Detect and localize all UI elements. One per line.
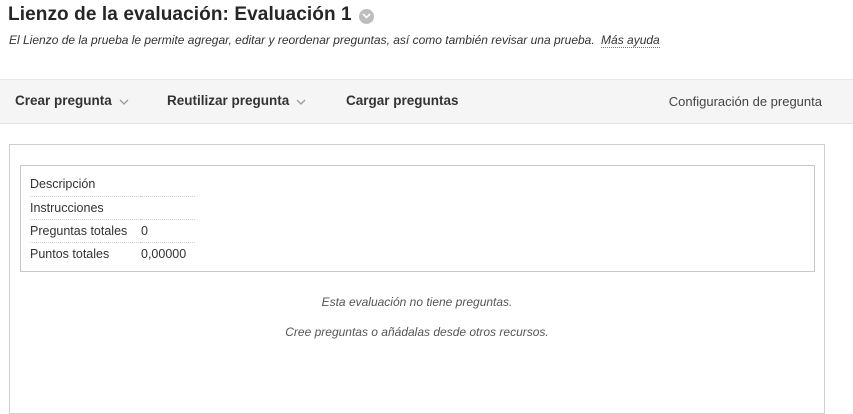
info-row-total-questions: Preguntas totales 0 (30, 219, 195, 243)
info-label: Puntos totales (30, 246, 110, 261)
info-row-total-points: Puntos totales 0,00000 (30, 242, 195, 265)
chevron-down-icon (296, 99, 306, 105)
title-row: Lienzo de la evaluación: Evaluación 1 (8, 4, 374, 26)
chevron-down-icon (119, 99, 129, 105)
upload-questions-button[interactable]: Cargar preguntas (346, 93, 459, 108)
action-toolbar: Crear pregunta Reutilizar pregunta Carga… (0, 79, 853, 124)
upload-questions-label: Cargar preguntas (346, 93, 459, 108)
page-subtitle: El Lienzo de la prueba le permite agrega… (9, 33, 660, 48)
page-header: Lienzo de la evaluación: Evaluación 1 El… (0, 0, 853, 80)
create-question-button[interactable]: Crear pregunta (15, 93, 129, 108)
page-title: Lienzo de la evaluación: Evaluación 1 (8, 4, 352, 25)
info-value (141, 173, 195, 197)
info-value (141, 196, 195, 220)
empty-state-hint: Cree preguntas o añádalas desde otros re… (285, 325, 549, 339)
chevron-down-circle-icon[interactable] (358, 8, 374, 24)
create-question-label: Crear pregunta (15, 93, 112, 108)
info-row-description: Descripción (30, 173, 195, 197)
reuse-question-button[interactable]: Reutilizar pregunta (167, 93, 306, 108)
question-settings-link[interactable]: Configuración de pregunta (669, 94, 822, 109)
reuse-question-label: Reutilizar pregunta (167, 93, 290, 108)
subtitle-text: El Lienzo de la prueba le permite agrega… (9, 33, 595, 47)
test-info-box: Descripción Instrucciones Preguntas tota… (20, 165, 815, 272)
info-label: Instrucciones (30, 196, 141, 220)
empty-state-message: Esta evaluación no tiene preguntas. (321, 295, 513, 309)
more-help-link[interactable]: Más ayuda (601, 33, 660, 48)
info-value: 0,00000 (141, 246, 187, 261)
info-label: Descripción (30, 173, 141, 197)
test-canvas: Descripción Instrucciones Preguntas tota… (9, 144, 825, 414)
info-row-instructions: Instrucciones (30, 196, 195, 220)
test-info-table: Descripción Instrucciones Preguntas tota… (30, 173, 195, 265)
info-label: Preguntas totales (30, 219, 141, 243)
info-value: 0 (141, 219, 195, 243)
